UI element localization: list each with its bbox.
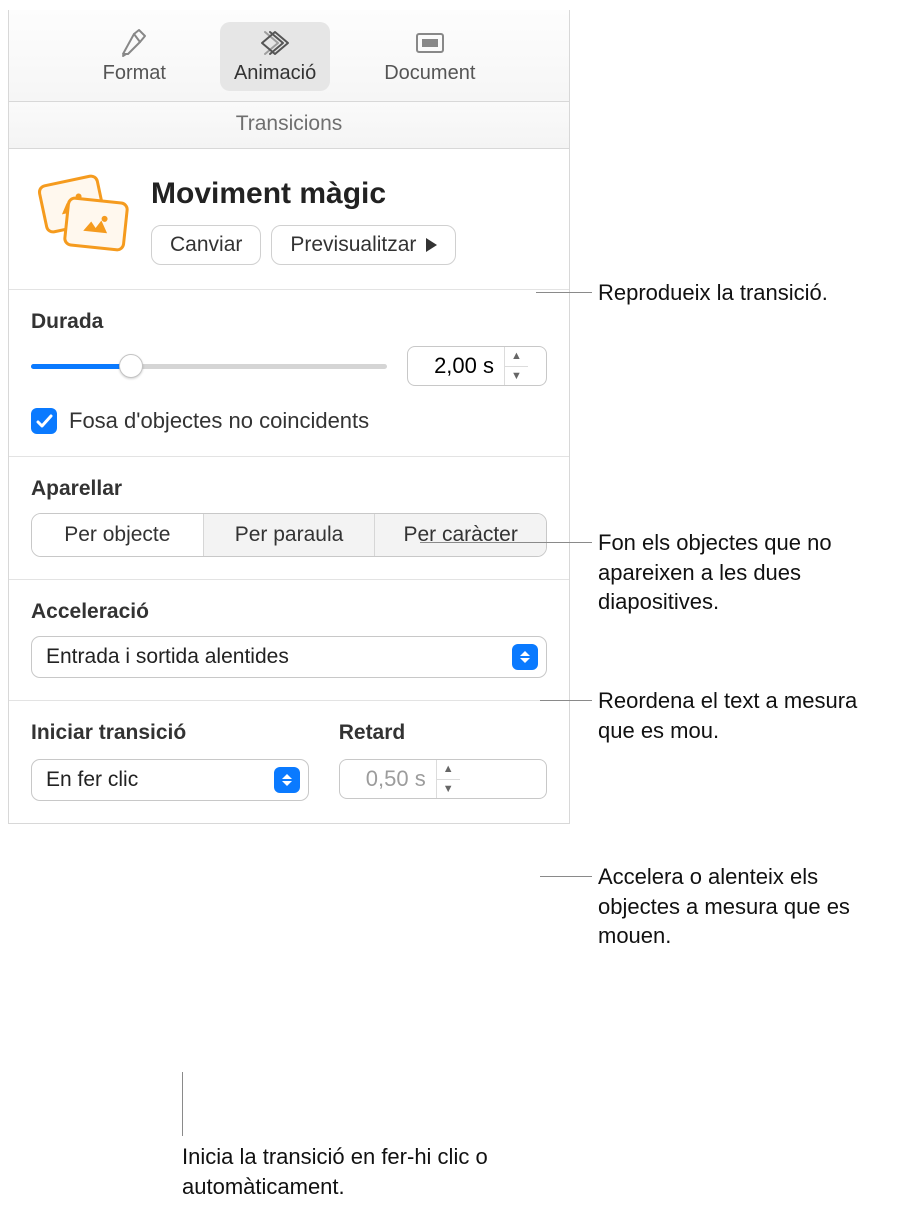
delay-input[interactable]	[340, 760, 436, 798]
transition-title: Moviment màgic	[151, 177, 547, 211]
subtab-transitions[interactable]: Transicions	[9, 102, 569, 149]
fade-unmatched-label: Fosa d'objectes no coincidents	[69, 408, 369, 434]
inspector-panel: Format Animació Document Transicions	[8, 10, 570, 824]
toolbar: Format Animació Document	[9, 10, 569, 102]
tab-document-label: Document	[384, 62, 475, 85]
match-by-object[interactable]: Per objecte	[32, 514, 204, 556]
subtab-transitions-label: Transicions	[236, 112, 343, 135]
callout-preview: Reprodueix la transició.	[598, 278, 898, 308]
delay-step-up[interactable]: ▲	[437, 760, 460, 780]
tab-animation[interactable]: Animació	[220, 22, 330, 91]
preview-button-label: Previsualitzar	[290, 233, 416, 257]
chevron-updown-icon	[512, 644, 538, 670]
duration-step-up[interactable]: ▲	[505, 347, 528, 367]
match-segment: Per objecte Per paraula Per caràcter	[31, 513, 547, 557]
start-transition-value: En fer clic	[46, 768, 274, 792]
change-button-label: Canviar	[170, 233, 242, 257]
change-button[interactable]: Canviar	[151, 225, 261, 265]
play-icon	[426, 238, 437, 252]
callout-fade: Fon els objectes que no apareixen a les …	[598, 528, 898, 617]
magic-move-icon	[31, 177, 131, 257]
match-by-word[interactable]: Per paraula	[204, 514, 376, 556]
acceleration-value: Entrada i sortida alentides	[46, 645, 512, 669]
tab-format[interactable]: Format	[89, 22, 180, 91]
start-transition-select[interactable]: En fer clic	[31, 759, 309, 801]
duration-step-down[interactable]: ▼	[505, 367, 528, 386]
acceleration-label: Acceleració	[31, 600, 547, 624]
callout-accel: Accelera o alenteix els objectes a mesur…	[598, 862, 898, 951]
delay-step-down[interactable]: ▼	[437, 780, 460, 799]
duration-stepper[interactable]: ▲ ▼	[407, 346, 547, 386]
match-by-char[interactable]: Per caràcter	[375, 514, 546, 556]
duration-slider[interactable]	[31, 356, 387, 376]
match-label: Aparellar	[31, 477, 547, 501]
preview-button[interactable]: Previsualitzar	[271, 225, 456, 265]
start-label: Iniciar transició	[31, 721, 309, 745]
tab-format-label: Format	[103, 62, 166, 85]
transition-header: Moviment màgic Canviar Previsualitzar	[9, 149, 569, 290]
fade-unmatched-checkbox[interactable]	[31, 408, 57, 434]
chevron-updown-icon	[274, 767, 300, 793]
delay-label: Retard	[339, 721, 547, 745]
tab-document[interactable]: Document	[370, 22, 489, 91]
duration-input[interactable]	[408, 347, 504, 385]
acceleration-select[interactable]: Entrada i sortida alentides	[31, 636, 547, 678]
callout-start: Inicia la transició en fer-hi clic o aut…	[182, 1142, 552, 1201]
delay-stepper[interactable]: ▲ ▼	[339, 759, 547, 799]
callout-match: Reordena el text a mesura que es mou.	[598, 686, 898, 745]
duration-label: Durada	[31, 310, 547, 334]
tab-animation-label: Animació	[234, 62, 316, 85]
